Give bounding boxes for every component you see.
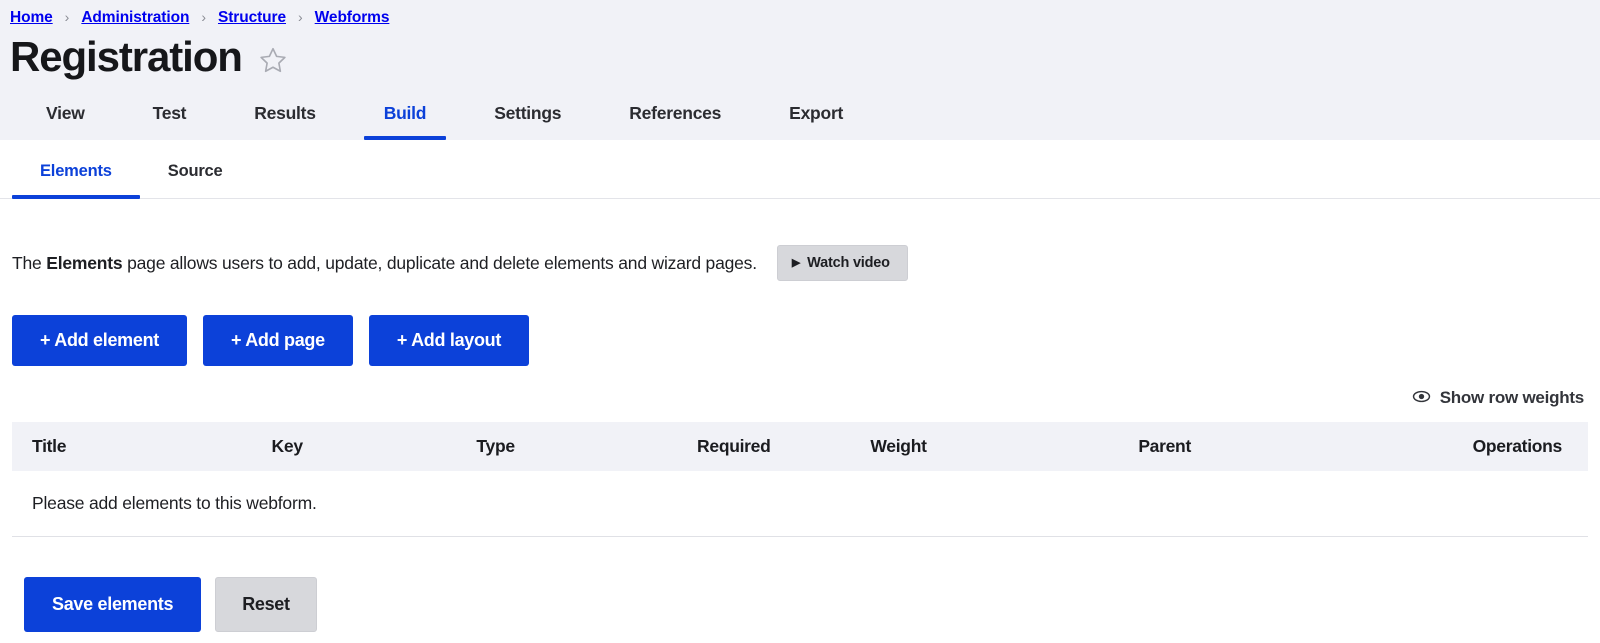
tab-results[interactable]: Results — [220, 96, 349, 140]
column-header-key[interactable]: Key — [252, 422, 457, 471]
row-weights-row: Show row weights — [12, 388, 1588, 408]
secondary-tabs: Elements Source — [0, 140, 1600, 199]
page-title: Registration — [10, 33, 242, 80]
column-header-required[interactable]: Required — [677, 422, 850, 471]
column-header-title[interactable]: Title — [12, 422, 252, 471]
title-row: Registration — [0, 33, 1600, 84]
breadcrumb: Home › Administration › Structure › Webf… — [0, 0, 1600, 33]
table-head: Title Key Type Required Weight Parent Op… — [12, 422, 1588, 471]
tab-view[interactable]: View — [12, 96, 119, 140]
show-row-weights-link[interactable]: Show row weights — [1412, 388, 1584, 408]
column-header-parent[interactable]: Parent — [1118, 422, 1394, 471]
breadcrumb-item-structure[interactable]: Structure — [218, 9, 286, 27]
form-actions: Save elements Reset — [12, 577, 1588, 632]
table-body: Please add elements to this webform. — [12, 471, 1588, 537]
save-elements-button[interactable]: Save elements — [24, 577, 201, 632]
breadcrumb-item-webforms[interactable]: Webforms — [315, 9, 390, 27]
main-content: The Elements page allows users to add, u… — [0, 245, 1600, 632]
add-element-button[interactable]: + Add element — [12, 315, 187, 366]
tab-elements[interactable]: Elements — [12, 156, 140, 198]
tab-test[interactable]: Test — [119, 96, 221, 140]
elements-table: Title Key Type Required Weight Parent Op… — [12, 422, 1588, 537]
star-outline-icon[interactable] — [258, 45, 288, 75]
primary-tabs: View Test Results Build Settings Referen… — [0, 84, 1600, 140]
breadcrumb-item-administration[interactable]: Administration — [81, 9, 189, 27]
reset-button[interactable]: Reset — [215, 577, 317, 632]
empty-message: Please add elements to this webform. — [12, 471, 1588, 537]
breadcrumb-separator-icon: › — [201, 9, 206, 25]
add-layout-button[interactable]: + Add layout — [369, 315, 529, 366]
tab-settings[interactable]: Settings — [460, 96, 595, 140]
add-actions: + Add element + Add page + Add layout — [12, 315, 1588, 366]
show-row-weights-label: Show row weights — [1440, 388, 1584, 408]
breadcrumb-separator-icon: › — [65, 9, 70, 25]
description-row: The Elements page allows users to add, u… — [12, 245, 1588, 281]
tab-build[interactable]: Build — [350, 96, 461, 140]
play-icon: ▶ — [792, 258, 800, 269]
tab-references[interactable]: References — [595, 96, 755, 140]
tab-export[interactable]: Export — [755, 96, 877, 140]
column-header-type[interactable]: Type — [456, 422, 677, 471]
table-header-row: Title Key Type Required Weight Parent Op… — [12, 422, 1588, 471]
description-bold-term: Elements — [46, 253, 122, 273]
column-header-weight[interactable]: Weight — [850, 422, 1118, 471]
description-suffix: page allows users to add, update, duplic… — [122, 253, 756, 273]
breadcrumb-separator-icon: › — [298, 9, 303, 25]
table-empty-row: Please add elements to this webform. — [12, 471, 1588, 537]
watch-video-button[interactable]: ▶ Watch video — [777, 245, 908, 281]
elements-description: The Elements page allows users to add, u… — [12, 253, 757, 274]
breadcrumb-item-home[interactable]: Home — [10, 9, 53, 27]
add-page-button[interactable]: + Add page — [203, 315, 353, 366]
page-header: Home › Administration › Structure › Webf… — [0, 0, 1600, 140]
eye-icon — [1412, 388, 1431, 408]
tab-source[interactable]: Source — [140, 156, 251, 198]
column-header-operations: Operations — [1394, 422, 1588, 471]
description-prefix: The — [12, 253, 46, 273]
watch-video-label: Watch video — [807, 255, 890, 271]
